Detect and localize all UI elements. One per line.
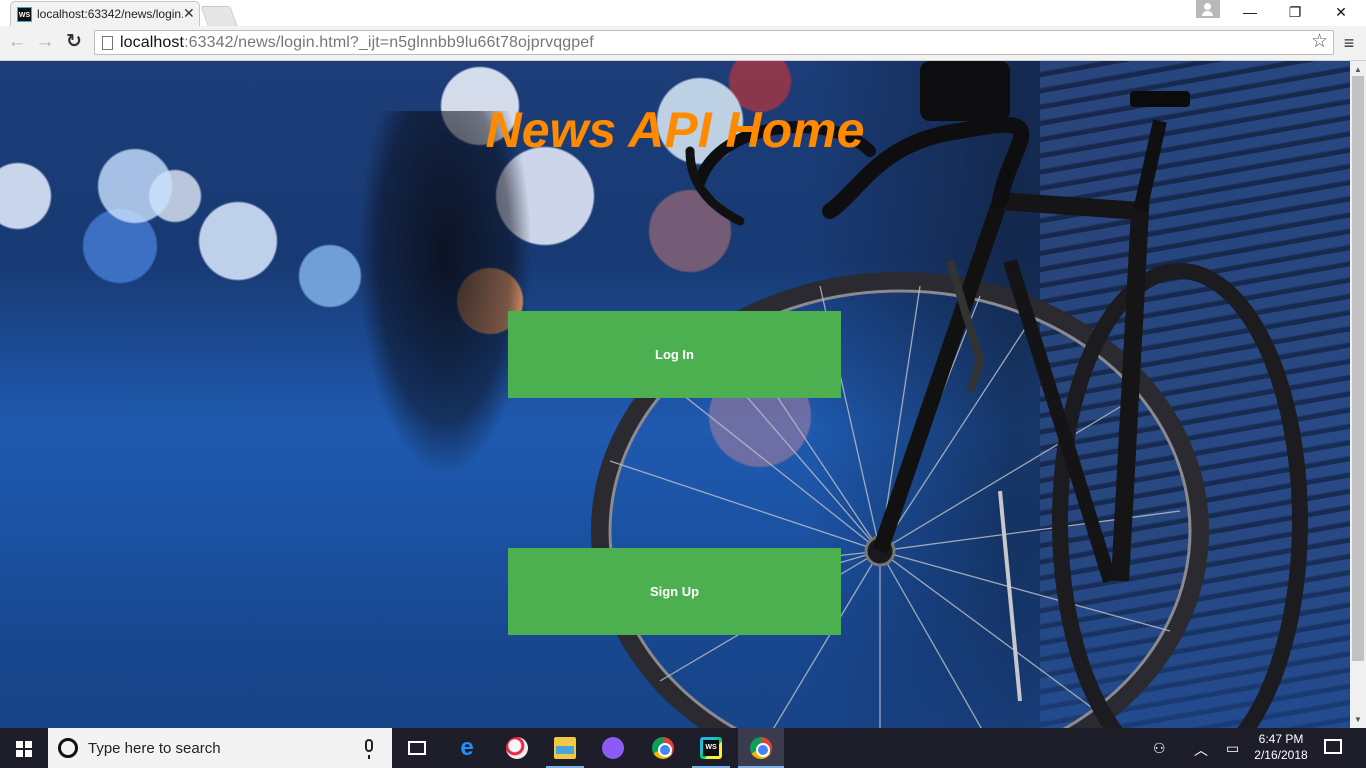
edge-button[interactable]: e: [444, 728, 490, 768]
address-bar[interactable]: localhost:63342/news/login.html?_ijt=n5g…: [94, 30, 1334, 55]
tab-close-icon[interactable]: ✕: [183, 5, 195, 21]
chrome-icon: [750, 737, 772, 759]
windows-taskbar: Type here to search e ⚇ ︿ ▭ 6:47 PM 2/16…: [0, 728, 1366, 768]
page-icon: [102, 36, 113, 50]
webstorm-icon: [700, 737, 722, 759]
url-text: localhost:63342/news/login.html?_ijt=n5g…: [120, 34, 594, 51]
minimize-button[interactable]: —: [1227, 0, 1273, 26]
webstorm-favicon-icon: WS: [17, 7, 32, 22]
edge-icon: e: [460, 734, 474, 761]
user-profile-icon[interactable]: [1196, 0, 1220, 18]
new-tab-button[interactable]: [200, 6, 238, 26]
microphone-icon[interactable]: [365, 739, 373, 759]
taskbar-search-box[interactable]: Type here to search: [48, 728, 392, 768]
restore-button[interactable]: ❐: [1272, 0, 1318, 26]
battery-icon[interactable]: ▭: [1226, 740, 1239, 757]
people-icon[interactable]: ⚇: [1153, 740, 1166, 757]
task-view-icon: [408, 741, 426, 755]
cat-app-icon: [602, 737, 624, 759]
browser-toolbar: ← → ↻ localhost:63342/news/login.html?_i…: [0, 26, 1366, 61]
bookmark-star-icon[interactable]: ☆: [1311, 31, 1328, 53]
paint-button[interactable]: [494, 728, 540, 768]
chrome-icon: [652, 737, 674, 759]
file-explorer-icon: [554, 737, 576, 759]
windows-logo-icon: [16, 741, 32, 757]
forward-arrow-icon[interactable]: →: [33, 30, 57, 54]
cortana-icon: [58, 738, 78, 758]
chrome-menu-icon[interactable]: ≡: [1338, 32, 1360, 54]
vertical-scrollbar[interactable]: ▲ ▼: [1350, 61, 1366, 728]
show-hidden-icons-chevron-icon[interactable]: ︿: [1194, 740, 1208, 760]
scroll-up-arrow-icon[interactable]: ▲: [1354, 65, 1362, 74]
clock-time: 6:47 PM: [1258, 732, 1304, 746]
start-button[interactable]: [0, 728, 48, 768]
chrome-active-button[interactable]: [738, 728, 784, 768]
browser-tab-bar: WS localhost:63342/news/login.html ✕ — ❐…: [0, 0, 1366, 26]
tab-title: localhost:63342/news/login.html: [37, 7, 183, 21]
taskbar-clock[interactable]: 6:47 PM 2/16/2018: [1248, 731, 1314, 763]
action-center-icon[interactable]: [1324, 739, 1342, 754]
search-placeholder: Type here to search: [88, 740, 221, 757]
window-close-button[interactable]: ✕: [1318, 0, 1364, 26]
browser-tab[interactable]: WS localhost:63342/news/login.html ✕: [10, 1, 200, 26]
page-title: News API Home: [485, 102, 865, 158]
task-view-button[interactable]: [394, 728, 440, 768]
login-button[interactable]: Log In: [508, 311, 841, 398]
scroll-thumb[interactable]: [1352, 76, 1364, 661]
scroll-down-arrow-icon[interactable]: ▼: [1354, 715, 1362, 724]
signup-button[interactable]: Sign Up: [508, 548, 841, 635]
webstorm-button[interactable]: [688, 728, 734, 768]
file-explorer-button[interactable]: [542, 728, 588, 768]
chrome-button[interactable]: [640, 728, 686, 768]
clock-date: 2/16/2018: [1254, 748, 1308, 762]
reload-icon[interactable]: ↻: [62, 30, 86, 54]
paint-icon: [506, 737, 528, 759]
back-arrow-icon[interactable]: ←: [5, 30, 29, 54]
page-viewport: News API Home Log In Sign Up: [0, 61, 1350, 728]
cat-app-button[interactable]: [590, 728, 636, 768]
